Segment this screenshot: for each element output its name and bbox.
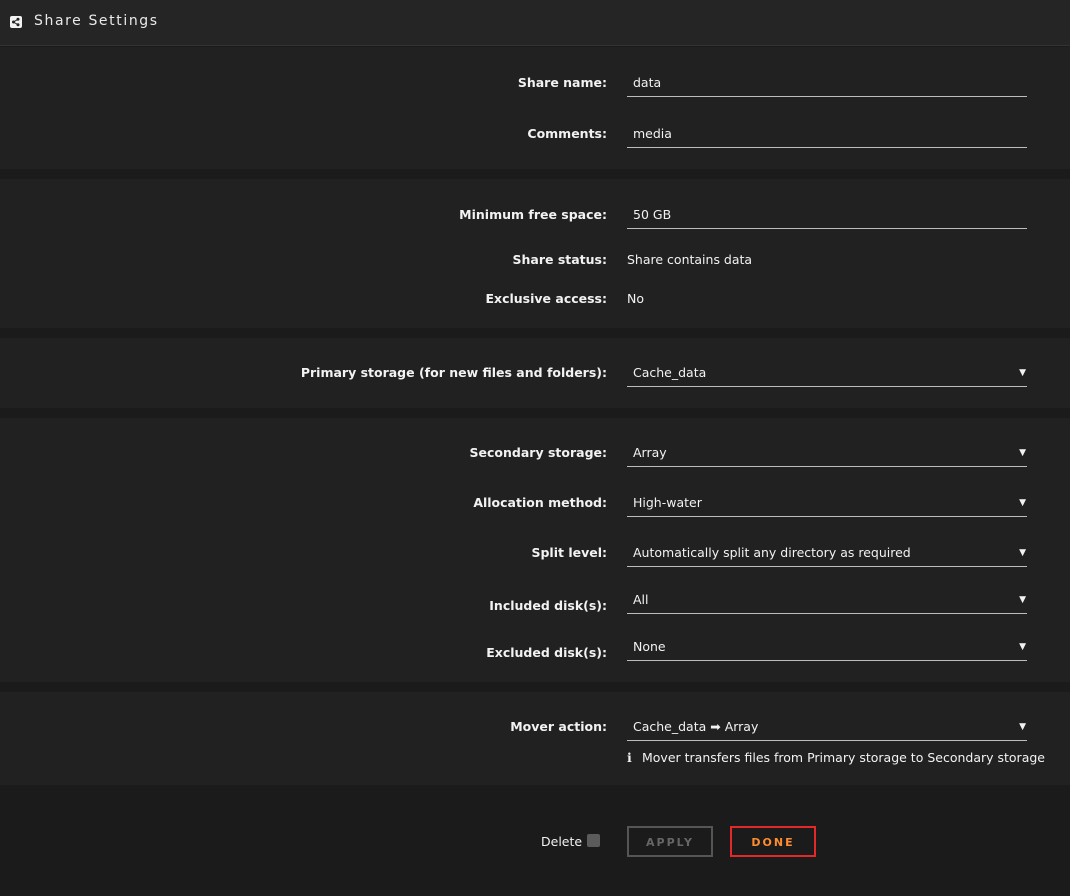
chevron-down-icon: ▼ <box>1019 595 1026 605</box>
min-free-input[interactable]: 50 GB <box>627 203 1027 229</box>
primary-storage-select[interactable]: Cache_data ▼ <box>627 361 1027 387</box>
chevron-down-icon: ▼ <box>1019 498 1026 508</box>
mover-info-text: Mover transfers files from Primary stora… <box>642 750 1045 765</box>
comments-input[interactable]: media <box>627 122 1027 148</box>
page-header: Share Settings <box>0 0 1070 46</box>
share-name-label: Share name: <box>517 75 607 90</box>
chevron-down-icon: ▼ <box>1019 722 1026 732</box>
included-disks-value: All <box>633 592 649 607</box>
share-name-input[interactable]: data <box>627 71 1027 97</box>
allocation-method-select[interactable]: High-water ▼ <box>627 491 1027 517</box>
secondary-storage-label: Secondary storage: <box>469 445 607 460</box>
mover-action-value: Cache_data ➡ Array <box>633 719 759 734</box>
share-status-value: Share contains data <box>627 252 753 267</box>
min-free-label: Minimum free space: <box>459 207 607 222</box>
mover-action-label: Mover action: <box>510 719 607 734</box>
share-status-label: Share status: <box>512 252 608 267</box>
chevron-down-icon: ▼ <box>1019 548 1026 558</box>
comments-label: Comments: <box>527 126 607 141</box>
allocation-method-value: High-water <box>633 495 702 510</box>
delete-label: Delete <box>541 834 583 849</box>
excluded-disks-label: Excluded disk(s): <box>486 645 607 660</box>
chevron-down-icon: ▼ <box>1019 448 1026 458</box>
share-icon <box>10 16 22 28</box>
apply-button[interactable]: APPLY <box>627 826 713 857</box>
split-level-select[interactable]: Automatically split any directory as req… <box>627 541 1027 567</box>
basic-section <box>0 47 1070 169</box>
included-disks-select[interactable]: All ▼ <box>627 588 1027 614</box>
exclusive-access-label: Exclusive access: <box>485 291 607 306</box>
exclusive-access-value: No <box>627 291 644 306</box>
split-level-value: Automatically split any directory as req… <box>633 545 911 560</box>
mover-action-select[interactable]: Cache_data ➡ Array ▼ <box>627 715 1027 741</box>
chevron-down-icon: ▼ <box>1019 642 1026 652</box>
primary-storage-label: Primary storage (for new files and folde… <box>300 365 607 380</box>
included-disks-label: Included disk(s): <box>489 598 607 613</box>
done-button[interactable]: DONE <box>730 826 816 857</box>
excluded-disks-select[interactable]: None ▼ <box>627 635 1027 661</box>
secondary-storage-select[interactable]: Array ▼ <box>627 441 1027 467</box>
page-title: Share Settings <box>34 13 159 29</box>
info-icon: ℹ <box>627 750 632 765</box>
primary-storage-value: Cache_data <box>633 365 707 380</box>
delete-checkbox[interactable] <box>587 834 600 847</box>
mover-info: ℹ Mover transfers files from Primary stor… <box>627 750 1045 765</box>
secondary-storage-value: Array <box>633 445 667 460</box>
excluded-disks-value: None <box>633 639 666 654</box>
allocation-method-label: Allocation method: <box>473 495 607 510</box>
chevron-down-icon: ▼ <box>1019 368 1026 378</box>
split-level-label: Split level: <box>531 545 607 560</box>
